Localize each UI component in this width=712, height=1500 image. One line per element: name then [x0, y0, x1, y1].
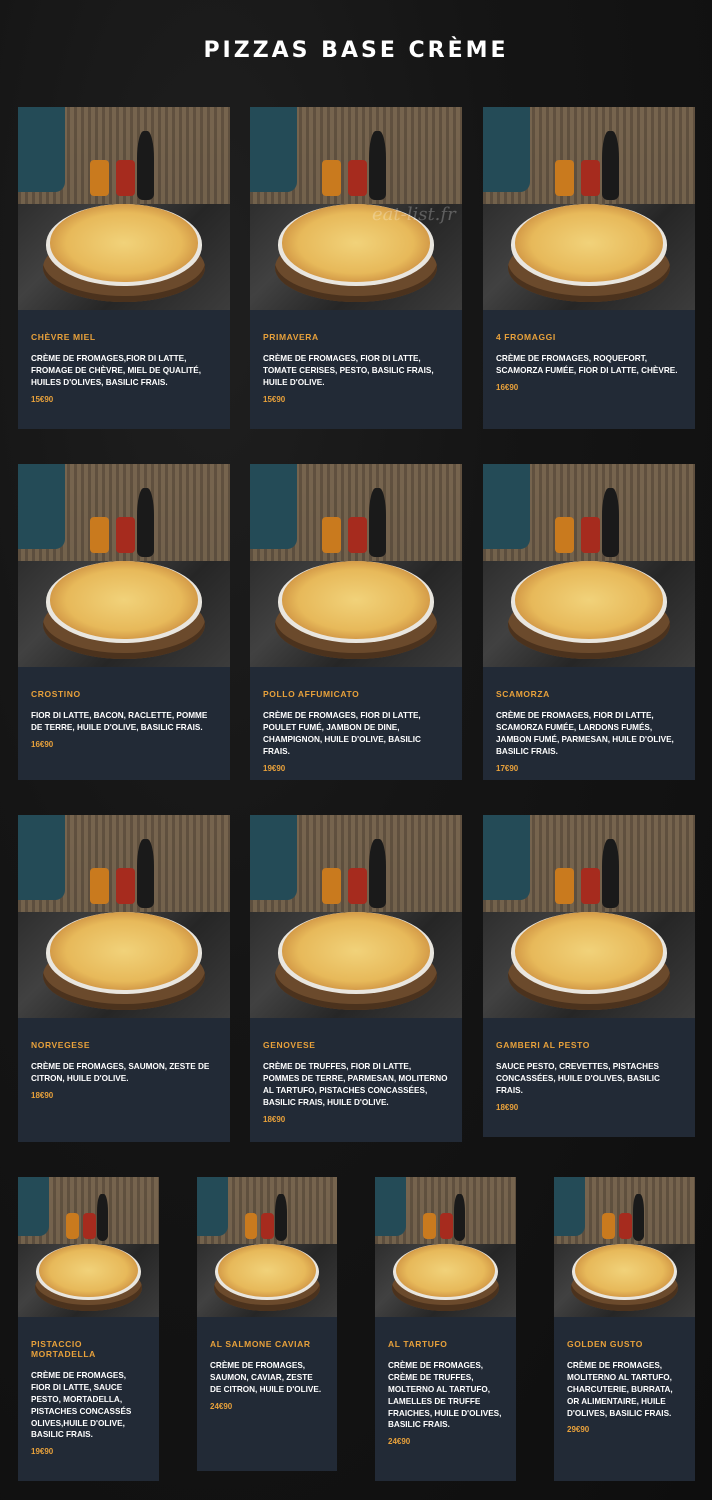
pizza-description: CRÈME DE FROMAGES, FIOR DI LATTE, SCAMOR…	[496, 711, 674, 756]
pizza-price: 24€90	[388, 1437, 411, 1447]
pizza-photo	[375, 1177, 516, 1317]
pizza-card: PRIMAVERA CRÈME DE FROMAGES, FIOR DI LATT…	[250, 107, 462, 429]
pizza-name: CROSTINO	[31, 689, 81, 699]
pizza-card: AL SALMONE CAVIAR CRÈME DE FROMAGES, SAUM…	[197, 1177, 337, 1471]
pizza-card: PISTACCIO MORTADELLA CRÈME DE FROMAGES, F…	[18, 1177, 159, 1481]
pizza-info: NORVEGESE CRÈME DE FROMAGES, SAUMON, ZEST…	[18, 1018, 230, 1112]
pizza-name: POLLO AFFUMICATO	[263, 689, 360, 699]
pizza-price: 16€90	[31, 739, 54, 749]
pizza-name: GENOVESE	[263, 1040, 316, 1050]
pizza-card: SCAMORZA CRÈME DE FROMAGES, FIOR DI LATTE…	[483, 464, 695, 780]
pizza-card: GENOVESE CRÈME DE TRUFFES, FIOR DI LATTE,…	[250, 815, 462, 1142]
pizza-card: CHÈVRE MIEL CRÈME DE FROMAGES,FIOR DI LAT…	[18, 107, 230, 429]
pizza-card: GOLDEN GUSTO CRÈME DE FROMAGES, MOLITERNO…	[554, 1177, 695, 1481]
pizza-description: FIOR DI LATTE, BACON, RACLETTE, POMME DE…	[31, 711, 208, 732]
pizza-price: 16€90	[496, 382, 519, 392]
pizza-photo	[18, 107, 230, 310]
pizza-info: GENOVESE CRÈME DE TRUFFES, FIOR DI LATTE,…	[250, 1018, 462, 1136]
pizza-photo	[18, 464, 230, 667]
pizza-photo	[554, 1177, 695, 1317]
pizza-name: AL SALMONE CAVIAR	[210, 1339, 311, 1349]
pizza-name: GOLDEN GUSTO	[567, 1339, 643, 1349]
pizza-name: CHÈVRE MIEL	[31, 332, 96, 342]
pizza-card: CROSTINO FIOR DI LATTE, BACON, RACLETTE, …	[18, 464, 230, 780]
pizza-name: NORVEGESE	[31, 1040, 91, 1050]
pizza-info: PISTACCIO MORTADELLA CRÈME DE FROMAGES, F…	[18, 1317, 159, 1468]
pizza-price: 18€90	[31, 1090, 54, 1100]
pizza-name: GAMBERI AL PESTO	[496, 1040, 590, 1050]
pizza-description: CRÈME DE FROMAGES, SAUMON, ZESTE DE CITR…	[31, 1062, 210, 1083]
pizza-price: 19€90	[31, 1447, 54, 1457]
pizza-price: 19€90	[263, 763, 286, 773]
pizza-price: 17€90	[496, 763, 519, 773]
pizza-description: SAUCE PESTO, CREVETTES, PISTACHES CONCAS…	[496, 1062, 660, 1095]
pizza-name: AL TARTUFO	[388, 1339, 448, 1349]
pizza-info: AL SALMONE CAVIAR CRÈME DE FROMAGES, SAUM…	[197, 1317, 337, 1423]
pizza-photo	[18, 1177, 159, 1317]
pizza-description: CRÈME DE FROMAGES, FIOR DI LATTE, TOMATE…	[263, 354, 434, 387]
pizza-description: CRÈME DE FROMAGES, SAUMON, CAVIAR, ZESTE…	[210, 1361, 322, 1394]
pizza-photo	[197, 1177, 337, 1317]
pizza-card: NORVEGESE CRÈME DE FROMAGES, SAUMON, ZEST…	[18, 815, 230, 1142]
pizza-description: CRÈME DE TRUFFES, FIOR DI LATTE, POMMES …	[263, 1062, 448, 1107]
pizza-card: POLLO AFFUMICATO CRÈME DE FROMAGES, FIOR …	[250, 464, 462, 780]
pizza-info: PRIMAVERA CRÈME DE FROMAGES, FIOR DI LATT…	[250, 310, 462, 416]
pizza-photo	[483, 815, 695, 1018]
pizza-price: 29€90	[567, 1425, 590, 1435]
pizza-photo	[483, 464, 695, 667]
pizza-description: CRÈME DE FROMAGES, ROQUEFORT, SCAMORZA F…	[496, 354, 678, 375]
pizza-name: SCAMORZA	[496, 689, 550, 699]
pizza-card: GAMBERI AL PESTO SAUCE PESTO, CREVETTES, …	[483, 815, 695, 1137]
pizza-description: CRÈME DE FROMAGES, CRÈME DE TRUFFES, MOL…	[388, 1361, 502, 1430]
page-title: PIZZAS BASE CRÈME	[203, 38, 509, 63]
pizza-description: CRÈME DE FROMAGES, MOLITERNO AL TARTUFO,…	[567, 1361, 673, 1418]
pizza-info: CHÈVRE MIEL CRÈME DE FROMAGES,FIOR DI LAT…	[18, 310, 230, 416]
pizza-card: 4 FROMAGGI CRÈME DE FROMAGES, ROQUEFORT, …	[483, 107, 695, 429]
pizza-price: 18€90	[263, 1114, 286, 1124]
pizza-name: PISTACCIO MORTADELLA	[31, 1339, 96, 1359]
watermark-text: eat-list.fr	[372, 204, 456, 225]
pizza-price: 15€90	[263, 394, 286, 404]
pizza-description: CRÈME DE FROMAGES,FIOR DI LATTE, FROMAGE…	[31, 354, 201, 387]
pizza-description: CRÈME DE FROMAGES, FIOR DI LATTE, POULET…	[263, 711, 421, 756]
pizza-info: GOLDEN GUSTO CRÈME DE FROMAGES, MOLITERNO…	[554, 1317, 695, 1446]
pizza-photo	[250, 464, 462, 667]
pizza-info: SCAMORZA CRÈME DE FROMAGES, FIOR DI LATTE…	[483, 667, 695, 785]
pizza-info: 4 FROMAGGI CRÈME DE FROMAGES, ROQUEFORT, …	[483, 310, 695, 404]
pizza-price: 24€90	[210, 1401, 233, 1411]
pizza-photo	[483, 107, 695, 310]
pizza-description: CRÈME DE FROMAGES, FIOR DI LATTE, SAUCE …	[31, 1371, 132, 1440]
pizza-name: PRIMAVERA	[263, 332, 319, 342]
pizza-info: AL TARTUFO CRÈME DE FROMAGES, CRÈME DE TR…	[375, 1317, 516, 1458]
pizza-name: 4 FROMAGGI	[496, 332, 556, 342]
pizza-photo	[18, 815, 230, 1018]
pizza-info: CROSTINO FIOR DI LATTE, BACON, RACLETTE, …	[18, 667, 230, 761]
pizza-price: 15€90	[31, 394, 54, 404]
pizza-photo	[250, 815, 462, 1018]
pizza-price: 18€90	[496, 1102, 519, 1112]
pizza-info: POLLO AFFUMICATO CRÈME DE FROMAGES, FIOR …	[250, 667, 462, 785]
pizza-info: GAMBERI AL PESTO SAUCE PESTO, CREVETTES, …	[483, 1018, 695, 1124]
pizza-card: AL TARTUFO CRÈME DE FROMAGES, CRÈME DE TR…	[375, 1177, 516, 1481]
